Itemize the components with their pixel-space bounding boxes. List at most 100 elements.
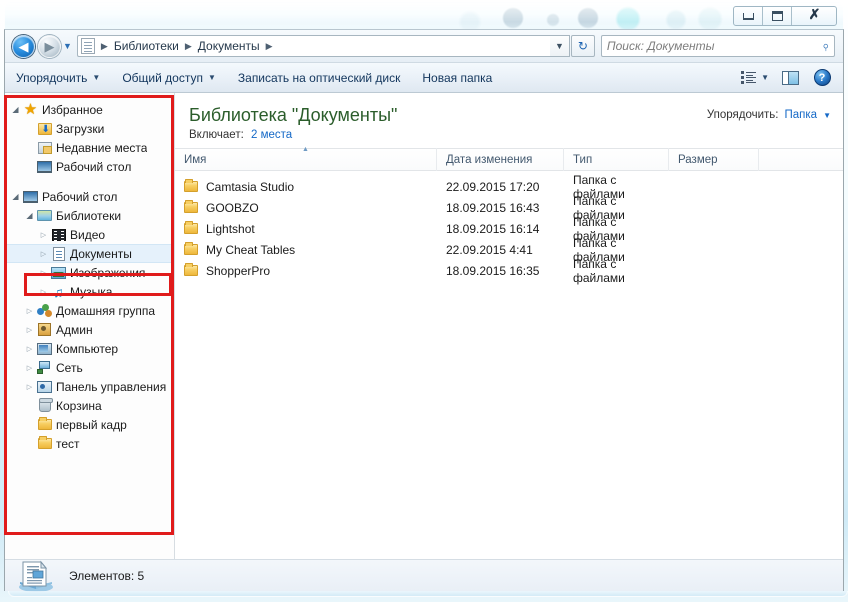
- close-button[interactable]: ✗: [792, 7, 836, 25]
- breadcrumb[interactable]: ▶ Библиотеки ▶ Документы ▶: [76, 35, 550, 57]
- user-icon: [36, 323, 53, 336]
- nav-item-рабочий-стол[interactable]: ◢ Рабочий стол: [5, 187, 174, 206]
- recent-pages-dropdown[interactable]: ▼: [63, 41, 72, 51]
- nav-item-label: Библиотеки: [56, 208, 122, 223]
- nav-item-сеть[interactable]: ▷ Сеть: [5, 358, 174, 377]
- cell-date-modified: 18.09.2015 16:14: [446, 221, 540, 236]
- column-headers: Имя Дата изменения Тип Размер: [175, 148, 843, 171]
- twisty-collapsed-icon[interactable]: ▷: [23, 307, 36, 315]
- refresh-button[interactable]: ↻: [570, 35, 595, 57]
- window-chrome: ◀ ▶ ▼ ▶ Библиотеки ▶ Документы ▶ ▼ ↻ Пои…: [4, 29, 844, 593]
- nav-item-label: тест: [56, 436, 80, 451]
- twisty-collapsed-icon[interactable]: ▷: [23, 345, 36, 353]
- nav-item-админ[interactable]: ▷ Админ: [5, 320, 174, 339]
- breadcrumb-separator[interactable]: ▶: [182, 41, 195, 52]
- table-row[interactable]: My Cheat Tables 22.09.2015 4:41 Папка с фа…: [175, 236, 843, 264]
- search-input[interactable]: Поиск: Документы: [607, 39, 822, 53]
- includes-locations-link[interactable]: 2 места: [251, 129, 292, 141]
- maximize-button[interactable]: [763, 7, 792, 25]
- breadcrumb-item-libraries[interactable]: Библиотеки: [111, 39, 182, 53]
- nav-item-рабочий-стол[interactable]: Рабочий стол: [5, 157, 174, 176]
- minimize-icon: [742, 12, 754, 20]
- arrange-by-value[interactable]: Папка: [785, 109, 818, 121]
- twisty-collapsed-icon[interactable]: ▷: [37, 231, 50, 239]
- twisty-expanded-icon[interactable]: ◢: [23, 211, 36, 220]
- nav-item-первый-кадр[interactable]: первый кадр: [5, 415, 174, 434]
- twisty-expanded-icon[interactable]: ◢: [9, 105, 22, 114]
- window-bottom-edge: [8, 591, 848, 597]
- nav-item-изображения[interactable]: ▷ Изображения: [5, 263, 174, 282]
- column-header-name[interactable]: Имя: [175, 148, 437, 171]
- nav-item-панель-управления[interactable]: ▷ Панель управления: [5, 377, 174, 396]
- column-header-filler: [759, 148, 843, 171]
- share-with-label: Общий доступ: [122, 70, 203, 85]
- help-button[interactable]: ?: [808, 66, 836, 90]
- breadcrumb-separator[interactable]: ▶: [263, 41, 276, 52]
- organize-button[interactable]: Упорядочить ▼: [7, 67, 109, 89]
- twisty-collapsed-icon[interactable]: ▷: [37, 269, 50, 277]
- show-preview-pane-button[interactable]: [776, 66, 804, 90]
- nav-item-видео[interactable]: ▷ Видео: [5, 225, 174, 244]
- search-box[interactable]: Поиск: Документы ⌕: [600, 35, 835, 57]
- back-arrow-icon: ◀: [18, 38, 29, 54]
- folder-icon: [184, 242, 198, 255]
- table-row[interactable]: Lightshot 18.09.2015 16:14 Папка с файлами: [175, 215, 843, 243]
- burn-to-disc-button[interactable]: Записать на оптический диск: [229, 67, 410, 89]
- downloads-icon: ⬇: [36, 122, 53, 135]
- nav-item-недавние-места[interactable]: Недавние места: [5, 138, 174, 157]
- nav-item-label: Загрузки: [56, 121, 105, 136]
- cell-type: Папка с файлами: [573, 256, 625, 285]
- file-name-label: ShopperPro: [206, 263, 271, 278]
- table-row[interactable]: ShopperPro 18.09.2015 16:35 Папка с файлам…: [175, 257, 843, 285]
- nav-item-label: первый кадр: [56, 417, 127, 432]
- twisty-collapsed-icon[interactable]: ▷: [37, 250, 50, 258]
- preview-pane-icon: [781, 70, 799, 85]
- nav-item-документы[interactable]: ▷ Документы: [5, 244, 174, 263]
- nav-item-корзина[interactable]: Корзина: [5, 396, 174, 415]
- twisty-expanded-icon[interactable]: ◢: [9, 192, 22, 201]
- twisty-collapsed-icon[interactable]: ▷: [23, 364, 36, 372]
- burn-to-disc-label: Записать на оптический диск: [237, 70, 401, 85]
- address-dropdown-button[interactable]: ▼: [549, 35, 570, 57]
- video-icon: [50, 228, 67, 241]
- back-button[interactable]: ◀: [12, 34, 35, 58]
- nav-item-музыка[interactable]: ▷ ♫ Музыка: [5, 282, 174, 301]
- nav-item-тест[interactable]: тест: [5, 434, 174, 453]
- nav-item-загрузки[interactable]: ⬇ Загрузки: [5, 119, 174, 138]
- nav-item-избранное[interactable]: ◢ ★ Избранное: [5, 100, 174, 119]
- nav-item-домашняя-группа[interactable]: ▷ Домашняя группа: [5, 301, 174, 320]
- table-row[interactable]: GOOBZO 18.09.2015 16:43 Папка с файлами: [175, 194, 843, 222]
- nav-item-label: Рабочий стол: [56, 159, 132, 174]
- share-with-button[interactable]: Общий доступ ▼: [113, 67, 225, 89]
- cell-date-modified: 22.09.2015 4:41: [446, 242, 533, 257]
- new-folder-button[interactable]: Новая папка: [413, 67, 501, 89]
- file-name-label: Lightshot: [206, 221, 255, 236]
- nav-item-label: Корзина: [56, 398, 102, 413]
- nav-item-label: Домашняя группа: [56, 303, 156, 318]
- forward-button[interactable]: ▶: [38, 34, 61, 58]
- navigation-pane[interactable]: ◢ ★ Избранное ⬇ Загрузки Недавние места Рабочи…: [5, 93, 175, 559]
- nav-item-label: Админ: [56, 322, 93, 337]
- help-icon: ?: [813, 69, 831, 86]
- column-header-type[interactable]: Тип: [564, 148, 669, 171]
- minimize-button[interactable]: [734, 7, 763, 25]
- nav-item-библиотеки[interactable]: ◢ Библиотеки: [5, 206, 174, 225]
- table-row[interactable]: Camtasia Studio 22.09.2015 17:20 Папка с ф…: [175, 173, 843, 201]
- cell-date-modified: 18.09.2015 16:35: [446, 263, 540, 278]
- library-status-icon: [15, 559, 55, 593]
- column-header-size[interactable]: Размер: [669, 148, 759, 171]
- nav-item-компьютер[interactable]: ▷ Компьютер: [5, 339, 174, 358]
- library-document-icon: [80, 38, 95, 54]
- breadcrumb-item-documents[interactable]: Документы: [195, 39, 263, 53]
- folder-icon: [184, 200, 198, 213]
- refresh-icon: ↻: [577, 39, 588, 53]
- column-header-date-modified[interactable]: Дата изменения: [437, 148, 564, 171]
- cell-date-modified: 18.09.2015 16:43: [446, 200, 540, 215]
- file-name-label: Camtasia Studio: [206, 179, 295, 194]
- twisty-collapsed-icon[interactable]: ▷: [23, 326, 36, 334]
- change-view-button[interactable]: ▼: [736, 66, 774, 90]
- file-list[interactable]: Camtasia Studio 22.09.2015 17:20 Папка с ф…: [175, 171, 843, 285]
- twisty-collapsed-icon[interactable]: ▷: [37, 288, 50, 296]
- twisty-collapsed-icon[interactable]: ▷: [23, 383, 36, 391]
- breadcrumb-separator[interactable]: ▶: [98, 41, 111, 52]
